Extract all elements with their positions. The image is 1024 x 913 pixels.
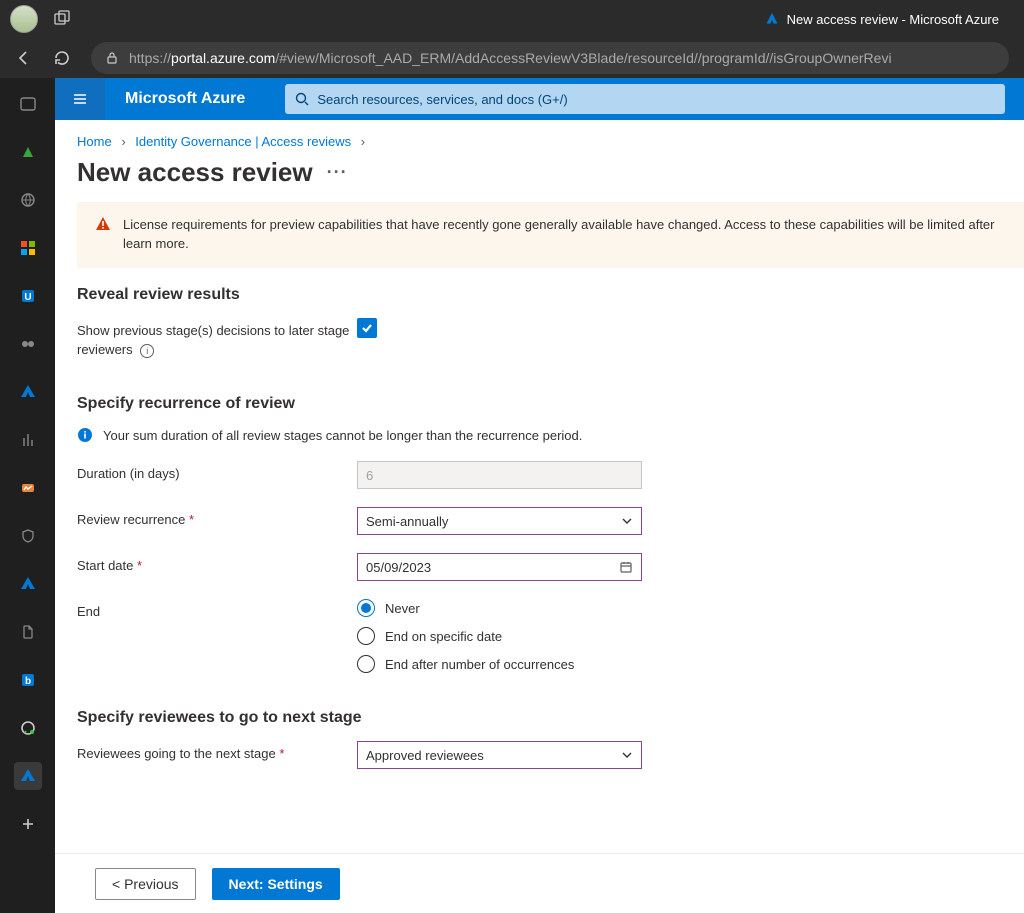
workspaces-icon[interactable]: [53, 9, 73, 29]
browser-topbar: New access review - Microsoft Azure: [0, 0, 1024, 38]
breadcrumb-home[interactable]: Home: [77, 134, 112, 149]
profile-avatar[interactable]: [10, 5, 38, 33]
radio-icon: [357, 599, 375, 617]
site-info-icon[interactable]: [105, 51, 119, 65]
end-specific-radio[interactable]: End on specific date: [357, 627, 574, 645]
end-label: End: [77, 599, 357, 622]
duration-input: [357, 461, 642, 489]
sidebar-item-8[interactable]: [14, 474, 42, 502]
svg-text:b: b: [24, 676, 30, 687]
radio-icon: [357, 627, 375, 645]
chevron-down-icon: [621, 749, 633, 761]
footer-bar: < Previous Next: Settings: [55, 853, 1024, 913]
search-input[interactable]: Search resources, services, and docs (G+…: [285, 84, 1005, 114]
sidebar-item-12[interactable]: b: [14, 666, 42, 694]
previous-button[interactable]: < Previous: [95, 868, 196, 900]
page-title: New access review: [77, 157, 313, 188]
next-button[interactable]: Next: Settings: [212, 868, 340, 900]
info-icon[interactable]: i: [140, 344, 154, 358]
tab-title: New access review - Microsoft Azure: [787, 12, 999, 27]
chevron-down-icon: [621, 515, 633, 527]
breadcrumb-item[interactable]: Identity Governance | Access reviews: [135, 134, 351, 149]
edge-sidebar: U b: [0, 78, 55, 913]
check-icon: [360, 321, 374, 335]
hamburger-menu-icon[interactable]: [55, 78, 105, 120]
start-date-input[interactable]: 05/09/2023: [357, 553, 642, 581]
end-never-label: Never: [385, 601, 420, 616]
sidebar-item-3[interactable]: [14, 234, 42, 262]
section-title-reviewees: Specify reviewees to go to next stage: [77, 709, 1002, 727]
sidebar-item-9[interactable]: [14, 522, 42, 550]
start-date-label: Start date: [77, 558, 133, 573]
sidebar-item-11[interactable]: [14, 618, 42, 646]
reviewees-value: Approved reviewees: [366, 748, 484, 763]
browser-tab[interactable]: New access review - Microsoft Azure: [765, 12, 1014, 27]
azure-logo-icon: [765, 12, 779, 26]
back-icon[interactable]: [15, 49, 33, 67]
field-label-show-previous: Show previous stage(s) decisions to late…: [77, 323, 349, 357]
radio-icon: [357, 655, 375, 673]
azure-header: Microsoft Azure Search resources, servic…: [55, 78, 1024, 120]
end-specific-label: End on specific date: [385, 629, 502, 644]
chevron-right-icon: ›: [121, 134, 125, 149]
section-title-recurrence: Specify recurrence of review: [77, 395, 1002, 413]
end-occurrences-label: End after number of occurrences: [385, 657, 574, 672]
sidebar-item-1[interactable]: [14, 138, 42, 166]
duration-label: Duration (in days): [77, 461, 357, 484]
browser-navbar: https://portal.azure.com/#view/Microsoft…: [0, 38, 1024, 78]
recurrence-label: Review recurrence: [77, 512, 185, 527]
sidebar-item-13[interactable]: [14, 714, 42, 742]
info-icon: [77, 427, 93, 443]
section-title-reveal: Reveal review results: [77, 286, 1002, 304]
warning-banner: License requirements for preview capabil…: [77, 202, 1024, 268]
warning-text: License requirements for preview capabil…: [123, 217, 995, 232]
sidebar-item-10[interactable]: [14, 570, 42, 598]
sidebar-item-2[interactable]: [14, 186, 42, 214]
recurrence-select[interactable]: Semi-annually: [357, 507, 642, 535]
sidebar-item-7[interactable]: [14, 426, 42, 454]
search-icon: [295, 92, 309, 106]
show-previous-checkbox[interactable]: [357, 318, 377, 338]
azure-brand[interactable]: Microsoft Azure: [105, 90, 285, 108]
sidebar-item-6[interactable]: [14, 378, 42, 406]
sidebar-item-4[interactable]: U: [14, 282, 42, 310]
recurrence-info-text: Your sum duration of all review stages c…: [103, 428, 582, 443]
more-options-icon[interactable]: ···: [327, 162, 348, 183]
calendar-icon: [619, 560, 633, 574]
warning-icon: [95, 216, 111, 232]
breadcrumb: Home › Identity Governance | Access revi…: [55, 120, 1024, 155]
sidebar-item-14[interactable]: [14, 762, 42, 790]
refresh-icon[interactable]: [53, 49, 71, 67]
reviewees-label: Reviewees going to the next stage: [77, 746, 276, 761]
sidebar-item-tab[interactable]: [14, 90, 42, 118]
chevron-right-icon: ›: [361, 134, 365, 149]
warning-learn-more-link[interactable]: learn more.: [123, 236, 189, 251]
address-bar[interactable]: https://portal.azure.com/#view/Microsoft…: [91, 42, 1009, 74]
reviewees-select[interactable]: Approved reviewees: [357, 741, 642, 769]
sidebar-item-5[interactable]: [14, 330, 42, 358]
end-never-radio[interactable]: Never: [357, 599, 574, 617]
end-occurrences-radio[interactable]: End after number of occurrences: [357, 655, 574, 673]
start-date-value: 05/09/2023: [366, 560, 431, 575]
add-sidebar-icon[interactable]: [14, 810, 42, 838]
search-placeholder: Search resources, services, and docs (G+…: [317, 92, 567, 107]
recurrence-value: Semi-annually: [366, 514, 448, 529]
url-text: https://portal.azure.com/#view/Microsoft…: [129, 50, 892, 66]
svg-text:U: U: [24, 292, 31, 303]
